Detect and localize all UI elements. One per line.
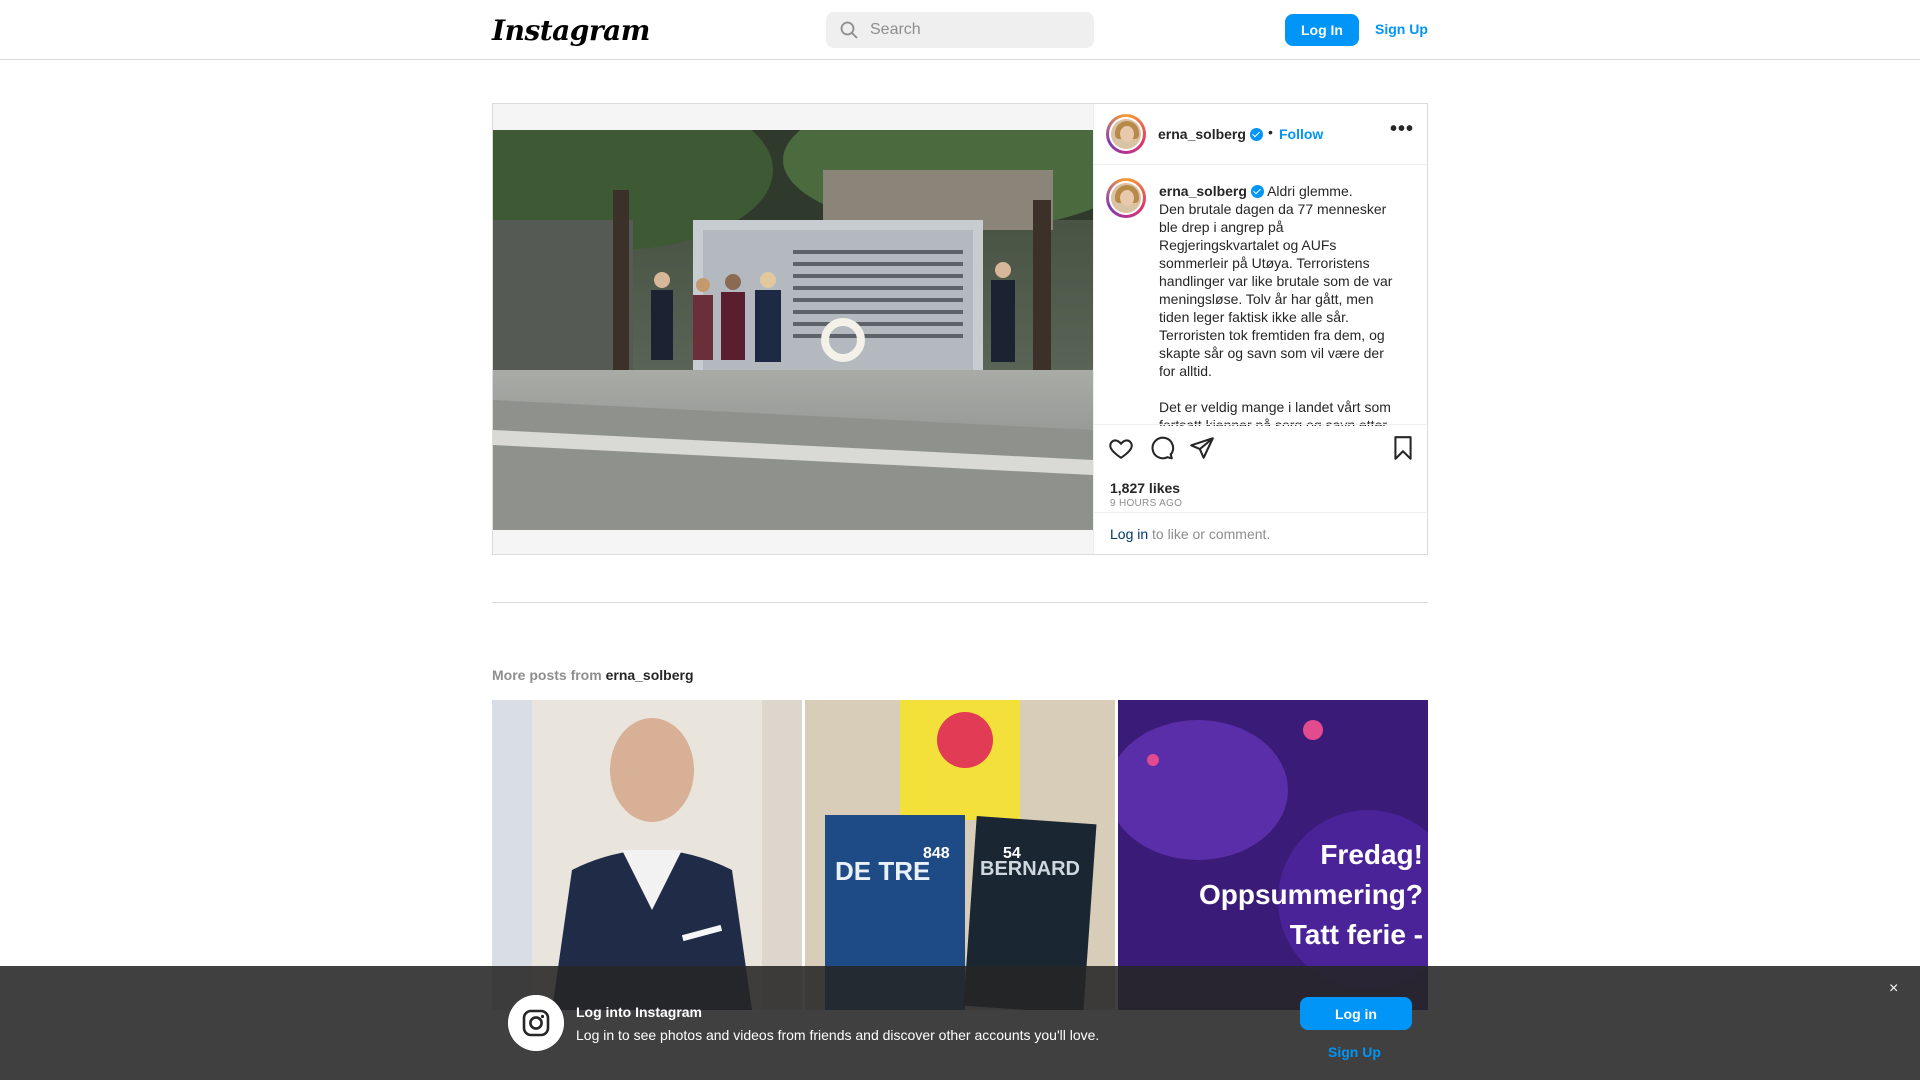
banner-login-button[interactable]: Log in [1300,997,1412,1030]
post-card: erna_solberg • Follow ••• erna_solberg A… [492,103,1428,555]
comment-icon[interactable] [1149,435,1175,461]
banner-title: Log into Instagram [576,1004,702,1020]
verified-badge-icon [1249,128,1263,141]
caption-text: Aldri glemme. Den brutale dagen da 77 me… [1159,183,1393,426]
portrait-photo [492,700,802,1010]
search-icon [840,21,858,39]
svg-text:BERNARD: BERNARD [980,858,1080,880]
search-bar[interactable] [826,12,1094,48]
section-divider [492,602,1428,603]
top-nav: Instagram Log In Sign Up [0,0,1920,60]
caption-avatar[interactable] [1106,178,1146,218]
post-time: 9 HOURS AGO [1110,498,1183,509]
login-banner [0,966,1920,1080]
post-actions: 1,827 likes 9 HOURS AGO [1094,424,1428,512]
grid-tile[interactable]: DE TRE BERNARD 848 54 [805,700,1115,1010]
banner-signup-link[interactable]: Sign Up [1328,1044,1381,1060]
books-photo: DE TRE BERNARD [805,700,1115,1010]
more-icon[interactable]: ••• [1390,118,1414,141]
likes-count[interactable]: 1,827 likes [1110,480,1180,496]
search-input[interactable] [870,12,1080,48]
post-image[interactable] [493,104,1093,554]
caption-area[interactable]: erna_solberg Aldri glemme. Den brutale d… [1094,166,1428,426]
signup-link[interactable]: Sign Up [1375,21,1428,37]
tile-count: 848 [923,845,950,862]
post-header: erna_solberg • Follow ••• [1094,104,1427,165]
banner-subtitle: Log in to see photos and videos from fri… [576,1027,1100,1043]
login-link[interactable]: Log in [1110,526,1148,542]
share-icon[interactable] [1189,435,1215,461]
grid-tile[interactable]: Fredag! Oppsummering? Tatt ferie - [1118,700,1428,1010]
login-button[interactable]: Log In [1285,14,1359,46]
post-username[interactable]: erna_solberg [1158,126,1263,142]
memorial-photo [493,130,1093,530]
more-posts-username[interactable]: erna_solberg [606,667,694,683]
tile-overlay-text: Fredag! Oppsummering? Tatt ferie - [1198,839,1423,950]
instagram-glyph-icon [508,995,564,1051]
bookmark-icon[interactable] [1390,435,1416,461]
heart-icon[interactable] [1108,435,1134,461]
post-sidebar: erna_solberg • Follow ••• erna_solberg A… [1093,104,1428,554]
separator-dot: • [1268,124,1273,140]
grid-tile[interactable] [492,700,802,1010]
more-posts-heading: More posts from erna_solberg [492,667,694,683]
login-to-comment: Log in to like or comment. [1094,512,1428,554]
close-icon[interactable]: × [1889,980,1898,998]
tile-count: 54 [1003,845,1021,862]
login-suffix: to like or comment. [1148,526,1271,542]
caption-username[interactable]: erna_solberg [1159,183,1247,199]
svg-text:DE TRE: DE TRE [835,856,930,886]
avatar[interactable] [1106,114,1146,154]
verified-badge-icon [1250,185,1264,198]
caption: erna_solberg Aldri glemme. Den brutale d… [1159,182,1399,426]
instagram-logo[interactable]: Instagram [492,14,650,47]
follow-button[interactable]: Follow [1279,126,1323,142]
